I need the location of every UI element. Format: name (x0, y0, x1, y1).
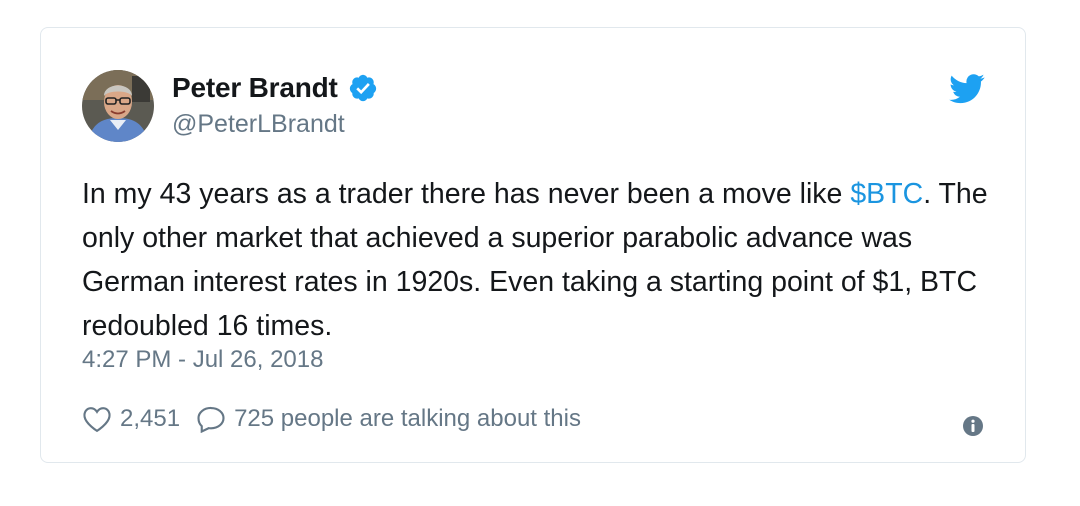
author-name-row[interactable]: Peter Brandt (172, 70, 378, 106)
info-icon[interactable] (962, 415, 984, 437)
twitter-bird-icon[interactable] (949, 74, 985, 104)
tweet-text-part: In my 43 years as a trader there has nev… (82, 178, 851, 210)
speech-bubble-icon (197, 406, 225, 433)
author-display-name[interactable]: Peter Brandt (172, 72, 338, 104)
tweet-card: Peter Brandt @PeterLBrandt In my 43 year… (40, 27, 1026, 463)
tweet-timestamp[interactable]: 4:27 PM - Jul 26, 2018 (82, 346, 323, 374)
like-count: 2,451 (120, 405, 181, 432)
talking-count: 725 people are talking about this (234, 405, 581, 432)
like-button[interactable]: 2,451 (82, 405, 180, 433)
reply-conversation-button[interactable]: 725 people are talking about this (196, 405, 581, 433)
tweet-actions: 2,451 725 people are talking about this (82, 402, 581, 436)
author-handle[interactable]: @PeterLBrandt (172, 110, 345, 139)
avatar[interactable] (82, 70, 154, 142)
verified-badge-icon (348, 73, 378, 103)
heart-icon (83, 407, 111, 433)
cashtag-link[interactable]: $BTC (850, 178, 923, 210)
tweet-text: In my 43 years as a trader there has nev… (82, 172, 1002, 348)
